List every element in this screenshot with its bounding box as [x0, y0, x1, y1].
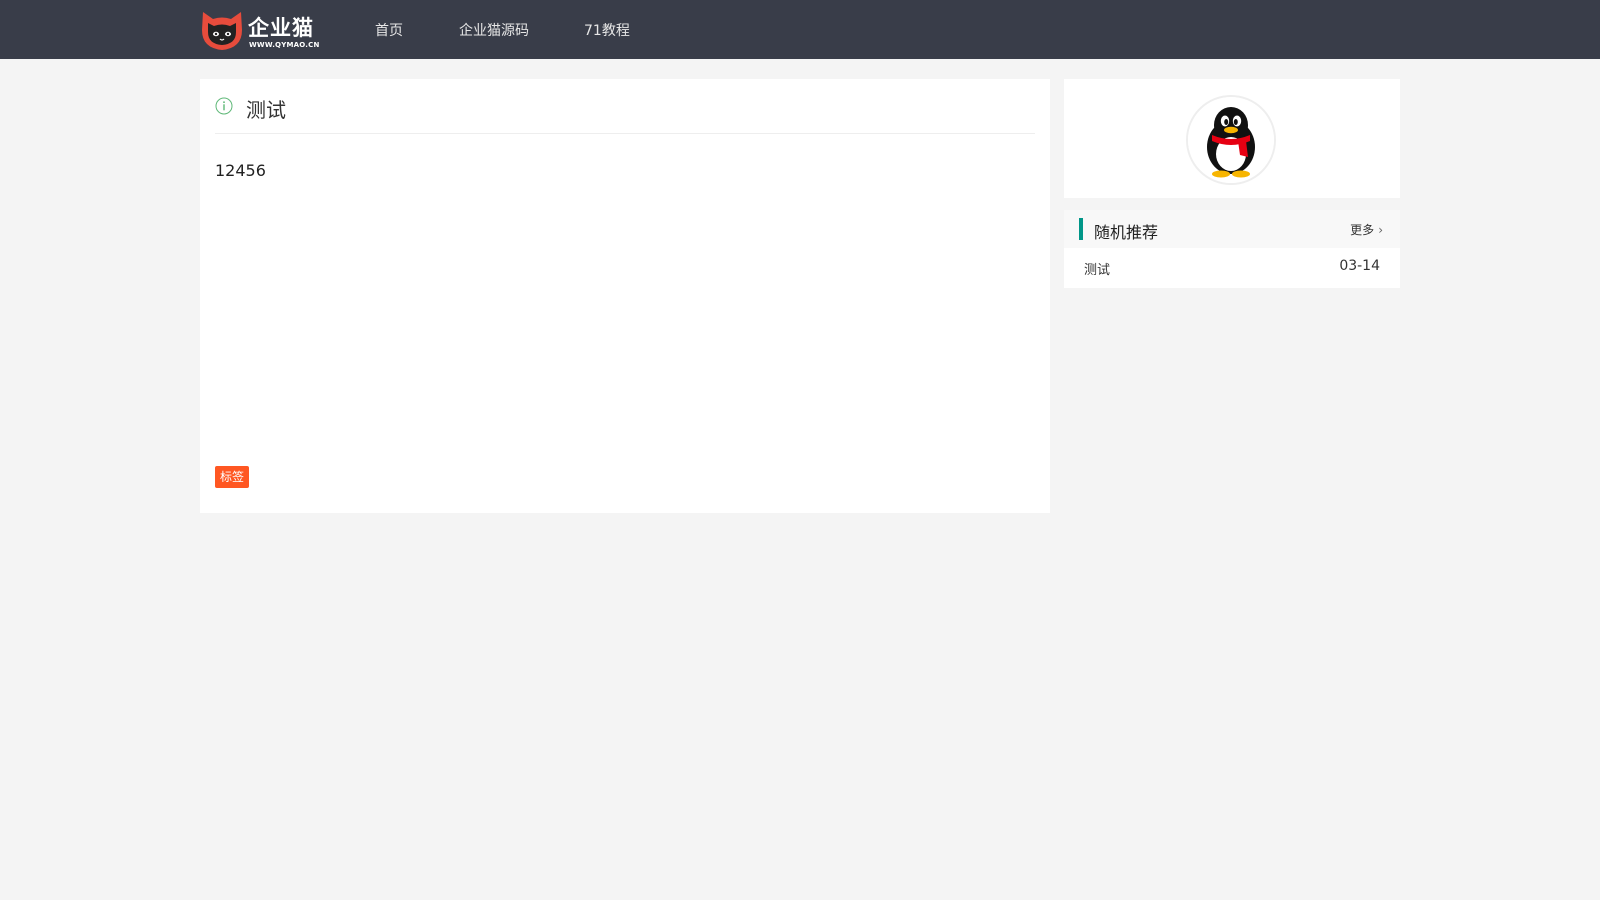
nav-item-home[interactable]: 首页 — [375, 20, 403, 40]
random-recommend-panel: 随机推荐 更多 › 测试 03-14 — [1064, 210, 1400, 288]
recommend-header: 随机推荐 更多 › — [1064, 210, 1400, 248]
logo-url: WWW.QYMAO.CN — [249, 41, 320, 49]
top-header: 企业猫 WWW.QYMAO.CN 首页 企业猫源码 71教程 — [0, 0, 1600, 59]
article-content: 12456 — [215, 161, 266, 180]
site-logo[interactable]: 企业猫 WWW.QYMAO.CN — [200, 10, 322, 52]
chevron-right-icon: › — [1378, 223, 1383, 237]
logo-name: 企业猫 — [248, 16, 314, 40]
article-title: 测试 — [246, 98, 286, 122]
recommend-title: 随机推荐 — [1094, 223, 1159, 242]
recommend-list: 测试 03-14 — [1064, 248, 1400, 288]
qq-penguin-icon — [1188, 97, 1274, 183]
list-item[interactable]: 测试 03-14 — [1064, 248, 1400, 288]
article-tag[interactable]: 标签 — [215, 466, 250, 488]
cat-logo-icon — [202, 12, 242, 50]
recommend-item-title: 测试 — [1084, 263, 1111, 278]
accent-bar — [1079, 218, 1083, 240]
more-link[interactable]: 更多 › — [1350, 221, 1383, 238]
nav-item-tutorial[interactable]: 71教程 — [584, 20, 630, 40]
article-header: 测试 — [215, 79, 1035, 134]
recommend-item-date: 03-14 — [1339, 258, 1380, 274]
more-label: 更多 — [1350, 223, 1375, 237]
nav-item-source-code[interactable]: 企业猫源码 — [459, 20, 529, 40]
author-card — [1064, 79, 1400, 198]
info-icon — [215, 97, 233, 115]
avatar[interactable] — [1186, 95, 1276, 185]
article-card: 测试 12456 标签 — [200, 79, 1050, 513]
